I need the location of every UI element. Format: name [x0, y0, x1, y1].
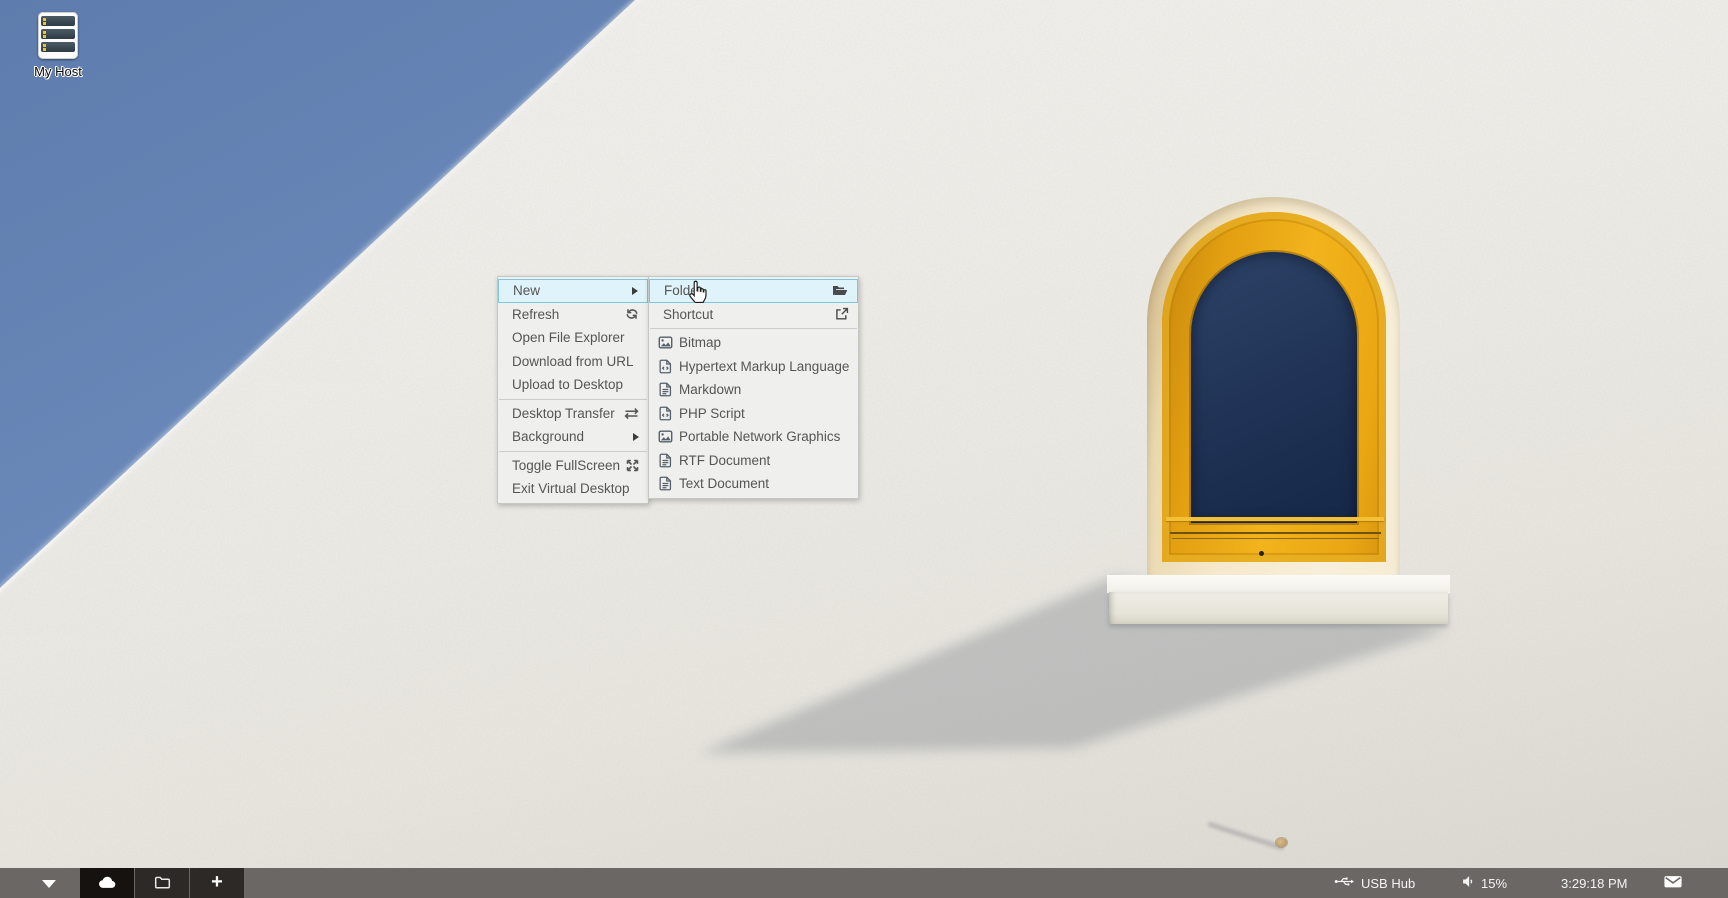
usb-label: USB Hub — [1361, 876, 1415, 891]
window-glass — [1191, 252, 1357, 523]
volume-label: 15% — [1481, 876, 1507, 891]
taskbar: + USB Hub 15% 3:29:18 PM — [0, 868, 1728, 898]
caret-down-icon[interactable] — [42, 880, 56, 888]
submenu-caret-icon — [633, 433, 639, 441]
menu-item-exit-virtual-desktop[interactable]: Exit Virtual Desktop — [498, 477, 648, 501]
menu-item-label: New — [513, 283, 626, 298]
menu-item-label: Background — [512, 429, 627, 444]
wall-pipe — [1276, 838, 1287, 847]
window-sill-top — [1107, 575, 1450, 592]
taskbar-add-button[interactable]: + — [190, 868, 244, 898]
menu-item-label: Upload to Desktop — [512, 377, 639, 392]
taskbar-folder-button[interactable] — [135, 868, 189, 898]
file-image-icon — [658, 429, 673, 444]
desktop-icon-my-host[interactable]: My Host — [14, 12, 102, 79]
window-ledge — [1166, 517, 1384, 521]
cloud-icon — [97, 874, 117, 892]
menu-item-refresh[interactable]: Refresh — [498, 303, 648, 327]
virtual-desktop[interactable]: My Host New Refresh Open File Explorer D… — [0, 0, 1728, 898]
submenu-caret-icon — [632, 287, 638, 295]
clock-label: 3:29:18 PM — [1561, 876, 1628, 891]
menu-item-label: Text Document — [679, 476, 849, 491]
menu-item-desktop-transfer[interactable]: Desktop Transfer — [498, 402, 648, 426]
menu-item-download-from-url[interactable]: Download from URL — [498, 350, 648, 374]
menu-separator — [499, 451, 647, 452]
taskbar-clock[interactable]: 3:29:18 PM — [1561, 868, 1628, 898]
file-code-icon — [658, 406, 673, 421]
desktop-context-menu: New Refresh Open File Explorer Download … — [497, 276, 649, 504]
menu-item-toggle-fullscreen[interactable]: Toggle FullScreen — [498, 454, 648, 478]
menu-item-upload-to-desktop[interactable]: Upload to Desktop — [498, 373, 648, 397]
transfer-arrows-icon — [624, 407, 639, 420]
submenu-item-shortcut[interactable]: Shortcut — [649, 303, 858, 327]
menu-item-label: RTF Document — [679, 453, 849, 468]
file-code-icon — [658, 359, 673, 374]
submenu-item-php-script[interactable]: PHP Script — [649, 402, 858, 426]
submenu-item-markdown[interactable]: Markdown — [649, 378, 858, 402]
envelope-icon — [1663, 874, 1683, 892]
hand-cursor — [684, 279, 710, 312]
submenu-item-bitmap[interactable]: Bitmap — [649, 331, 858, 355]
submenu-item-rtf-document[interactable]: RTF Document — [649, 449, 858, 473]
speaker-icon — [1462, 875, 1475, 891]
external-link-icon — [835, 307, 849, 321]
menu-item-label: Toggle FullScreen — [512, 458, 620, 473]
folder-open-icon — [832, 284, 848, 297]
menu-item-label: Markdown — [679, 382, 849, 397]
file-lines-icon — [658, 453, 673, 468]
file-image-icon — [658, 335, 673, 350]
file-lines-icon — [658, 476, 673, 491]
taskbar-mail-button[interactable] — [1663, 868, 1683, 898]
menu-separator — [499, 399, 647, 400]
menu-item-label: Hypertext Markup Language — [679, 359, 849, 374]
menu-item-label: Bitmap — [679, 335, 849, 350]
window-sill-face — [1109, 592, 1448, 624]
menu-item-label: Download from URL — [512, 354, 639, 369]
menu-item-label: Portable Network Graphics — [679, 429, 849, 444]
submenu-item-text-document[interactable]: Text Document — [649, 472, 858, 496]
plus-icon: + — [211, 872, 223, 892]
menu-item-open-file-explorer[interactable]: Open File Explorer — [498, 326, 648, 350]
expand-arrows-icon — [626, 459, 639, 472]
new-submenu: Folder Shortcut Bitmap — [648, 276, 859, 499]
submenu-item-folder[interactable]: Folder — [649, 279, 858, 303]
file-lines-icon — [658, 382, 673, 397]
menu-item-new[interactable]: New — [498, 279, 648, 303]
window-knob — [1259, 551, 1264, 556]
window-frame-line — [1172, 538, 1379, 539]
taskbar-cloud-button[interactable] — [80, 868, 134, 898]
menu-separator — [650, 328, 857, 329]
menu-item-label: Open File Explorer — [512, 330, 639, 345]
server-icon — [38, 12, 78, 59]
refresh-icon — [625, 307, 639, 321]
menu-item-label: Refresh — [512, 307, 619, 322]
desktop-icon-label: My Host — [14, 64, 102, 79]
taskbar-usb-status[interactable]: USB Hub — [1334, 868, 1415, 898]
folder-icon — [154, 875, 171, 892]
window-cast-shadow — [0, 0, 1728, 898]
usb-icon — [1334, 875, 1355, 891]
menu-item-label: Exit Virtual Desktop — [512, 481, 639, 496]
menu-item-label: Desktop Transfer — [512, 406, 618, 421]
submenu-item-png[interactable]: Portable Network Graphics — [649, 425, 858, 449]
submenu-item-html[interactable]: Hypertext Markup Language — [649, 355, 858, 379]
menu-item-label: PHP Script — [679, 406, 849, 421]
window-frame-line — [1170, 532, 1381, 534]
taskbar-volume-status[interactable]: 15% — [1462, 868, 1507, 898]
menu-item-background[interactable]: Background — [498, 425, 648, 449]
